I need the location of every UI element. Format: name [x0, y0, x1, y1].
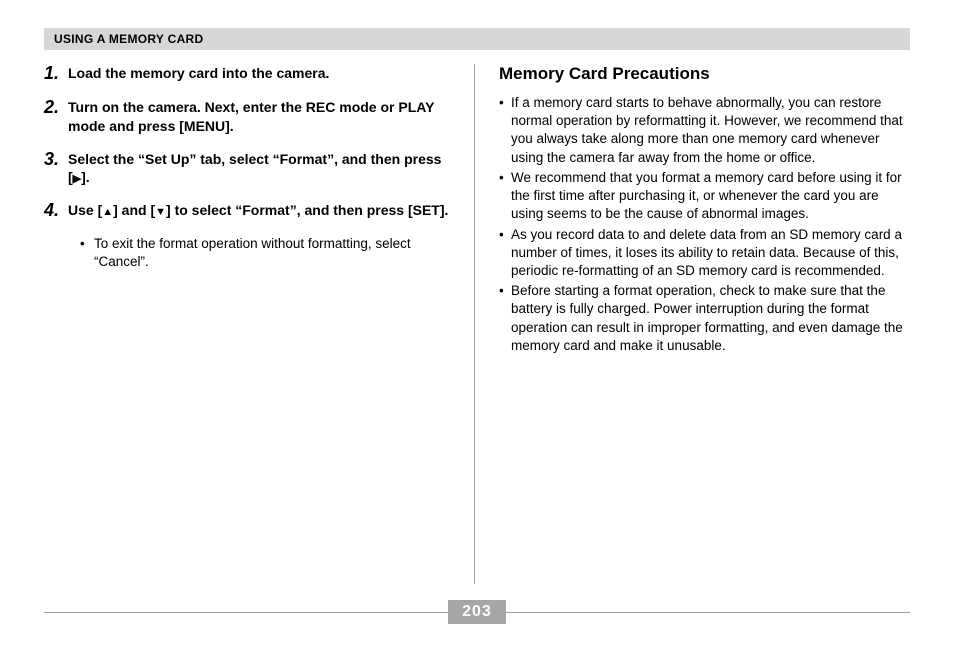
step-4: 4. Use [ ] and [ ] to select “Format”, and…	[44, 201, 454, 221]
step-number: 1.	[44, 64, 68, 84]
up-arrow-icon	[102, 202, 113, 218]
step-text: Use [ ] and [ ] to select “Format”, and th…	[68, 201, 448, 220]
precaution-text: As you record data to and delete data fr…	[511, 226, 910, 281]
step-3: 3. Select the “Set Up” tab, select “Form…	[44, 150, 454, 188]
step-2: 2. Turn on the camera. Next, enter the R…	[44, 98, 454, 136]
footer-rule-right	[506, 612, 910, 613]
step-number: 2.	[44, 98, 68, 118]
step-text-post: ].	[81, 169, 90, 185]
content-columns: 1. Load the memory card into the camera.…	[44, 64, 910, 584]
section-header: USING A MEMORY CARD	[44, 28, 910, 50]
bullet-dot: •	[499, 169, 511, 224]
sub-bullet-text: To exit the format operation without for…	[94, 235, 454, 271]
right-column: Memory Card Precautions • If a memory ca…	[474, 64, 910, 584]
page-number: 203	[448, 600, 506, 624]
step-text: Select the “Set Up” tab, select “Format”…	[68, 150, 454, 188]
bullet-dot: •	[499, 94, 511, 167]
bullet-dot: •	[499, 226, 511, 281]
precaution-item: • If a memory card starts to behave abno…	[499, 94, 910, 167]
bullet-dot: •	[80, 235, 94, 271]
precaution-text: If a memory card starts to behave abnorm…	[511, 94, 910, 167]
sub-bullet: • To exit the format operation without f…	[80, 235, 454, 271]
step-text: Load the memory card into the camera.	[68, 64, 329, 83]
step-text-pre: Use [	[68, 202, 102, 218]
precaution-text: We recommend that you format a memory ca…	[511, 169, 910, 224]
step-1: 1. Load the memory card into the camera.	[44, 64, 454, 84]
step-text-pre: Select the “Set Up” tab, select “Format”…	[68, 151, 441, 186]
precaution-item: • Before starting a format operation, ch…	[499, 282, 910, 355]
precaution-item: • We recommend that you format a memory …	[499, 169, 910, 224]
precaution-text: Before starting a format operation, chec…	[511, 282, 910, 355]
bullet-dot: •	[499, 282, 511, 355]
right-arrow-icon	[73, 169, 81, 185]
left-column: 1. Load the memory card into the camera.…	[44, 64, 474, 584]
step-number: 4.	[44, 201, 68, 221]
precautions-title: Memory Card Precautions	[499, 64, 910, 84]
step-text: Turn on the camera. Next, enter the REC …	[68, 98, 454, 136]
precaution-item: • As you record data to and delete data …	[499, 226, 910, 281]
step-number: 3.	[44, 150, 68, 170]
down-arrow-icon	[155, 202, 166, 218]
step-text-mid: ] and [	[113, 202, 155, 218]
page-footer: 203	[44, 600, 910, 624]
step-text-post: ] to select “Format”, and then press [SE…	[166, 202, 448, 218]
footer-rule-left	[44, 612, 448, 613]
